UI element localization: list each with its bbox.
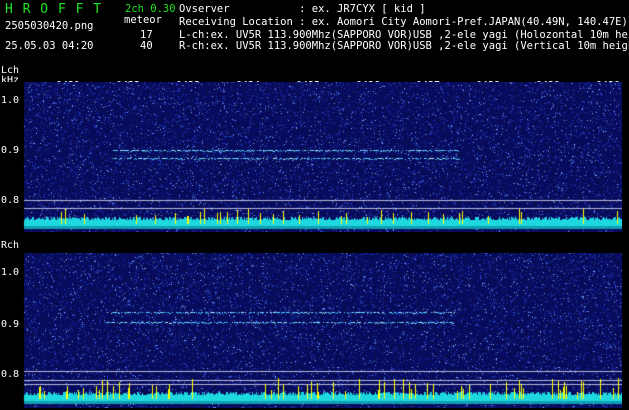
rch-spectrogram	[0, 253, 622, 408]
version-label: 2ch 0.30	[125, 3, 176, 15]
frequency-tick-label: 0.8	[1, 369, 20, 380]
lch-spectrogram	[0, 82, 622, 232]
frequency-tick-label: 0.9	[1, 319, 20, 330]
frequency-tick-label: 1.0	[1, 95, 20, 106]
rch-receiver-info: R-ch:ex. UV5R 113.900Mhz(SAPPORO VOR)USB…	[179, 40, 629, 52]
frequency-tick-label: 0.8	[1, 195, 20, 206]
rch-label: Rch	[1, 240, 20, 251]
app-logo: H R O F F T	[5, 2, 103, 17]
meteor-label: meteor	[124, 14, 162, 26]
observer-info: Ovserver : ex. JR7CYX [ kid ]	[179, 3, 426, 15]
location-info: Receiving Location : ex. Aomori City Aom…	[179, 16, 628, 28]
frequency-tick-label: 0.9	[1, 145, 20, 156]
lch-receiver-info: L-ch:ex. UV5R 113.900Mhz(SAPPORO VOR)USB…	[179, 29, 629, 41]
frequency-tick-label: 1.0	[1, 267, 20, 278]
meteor-count-rch: 40	[140, 40, 153, 52]
datetime-label: 25.05.03 04:20	[5, 40, 94, 52]
filename-label: 2505030420.png	[5, 20, 94, 32]
meteor-count-lch: 17	[140, 29, 153, 41]
